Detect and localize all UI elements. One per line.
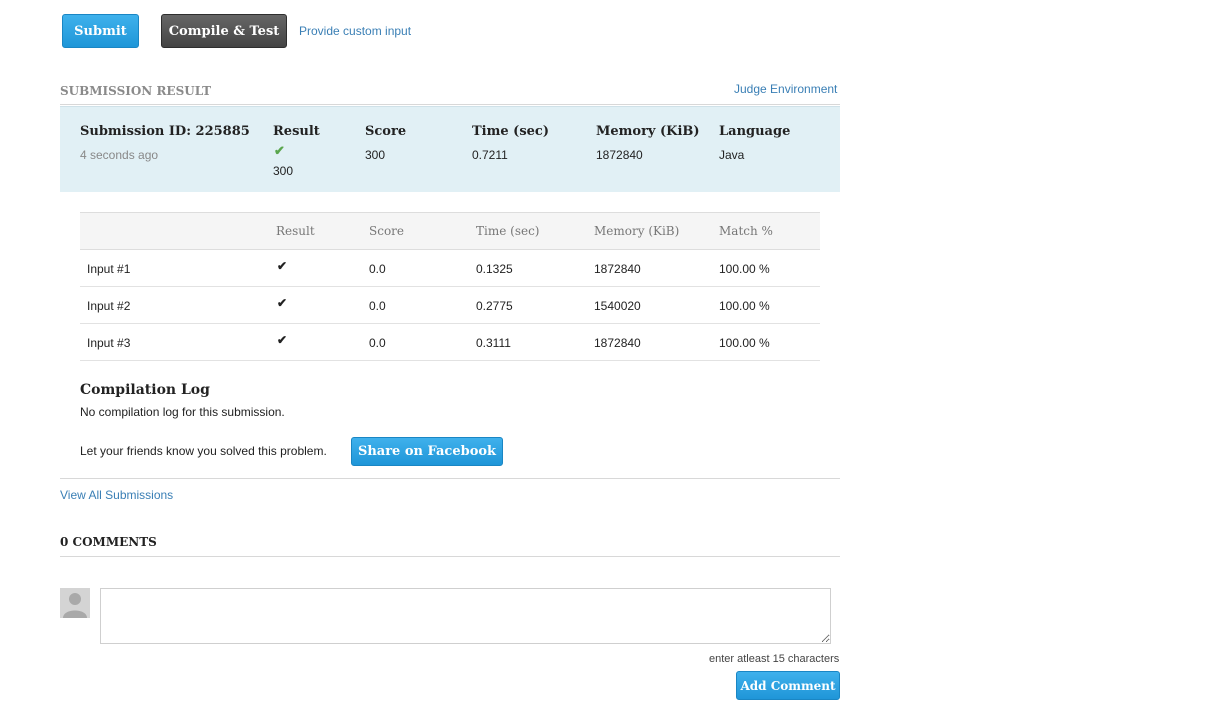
divider [60, 478, 840, 479]
submission-summary: Submission ID: 225885 4 seconds ago Resu… [60, 106, 840, 192]
col-match-header: Match % [719, 224, 773, 238]
avatar-placeholder-icon [60, 588, 90, 618]
share-text: Let your friends know you solved this pr… [80, 444, 327, 458]
check-icon: ✔ [277, 259, 288, 273]
col-memory-header: Memory (KiB) [594, 224, 680, 238]
test-name: Input #2 [87, 299, 131, 313]
summary-memory-header: Memory (KiB) [596, 124, 700, 139]
test-score: 0.0 [369, 262, 386, 276]
comments-divider [60, 556, 840, 557]
submission-time-ago: 4 seconds ago [80, 148, 159, 162]
test-memory: 1872840 [594, 262, 641, 276]
col-score-header: Score [369, 224, 405, 238]
share-facebook-button[interactable]: Share on Facebook [351, 437, 503, 466]
compile-test-button[interactable]: Compile & Test [161, 14, 287, 48]
test-time: 0.3111 [476, 336, 511, 350]
check-icon: ✔ [277, 296, 288, 310]
judge-environment-link[interactable]: Judge Environment [734, 82, 837, 96]
table-row: Input #1 ✔ 0.0 0.1325 1872840 100.00 % [80, 250, 820, 287]
section-divider [60, 104, 840, 105]
test-name: Input #3 [87, 336, 131, 350]
test-score: 0.0 [369, 299, 386, 313]
summary-score-value: 300 [365, 148, 386, 162]
test-results-table: Result Score Time (sec) Memory (KiB) Mat… [80, 212, 820, 361]
test-match: 100.00 % [719, 262, 770, 276]
comments-title: 0 COMMENTS [60, 535, 157, 549]
test-time: 0.1325 [476, 262, 513, 276]
summary-time-header: Time (sec) [472, 124, 549, 139]
test-name: Input #1 [87, 262, 131, 276]
submit-button[interactable]: Submit [62, 14, 139, 48]
col-time-header: Time (sec) [476, 224, 540, 238]
test-memory: 1540020 [594, 299, 641, 313]
check-icon: ✔ [274, 143, 285, 158]
comment-textarea[interactable] [100, 588, 831, 644]
view-all-submissions-link[interactable]: View All Submissions [60, 488, 173, 502]
add-comment-button[interactable]: Add Comment [736, 671, 840, 700]
compilation-log-message: No compilation log for this submission. [80, 405, 285, 419]
summary-language-value: Java [719, 148, 745, 162]
submission-result-title: SUBMISSION RESULT [60, 84, 212, 98]
submission-id: Submission ID: 225885 [80, 124, 250, 139]
test-match: 100.00 % [719, 299, 770, 313]
comment-length-hint: enter atleast 15 characters [709, 653, 840, 665]
table-row: Input #3 ✔ 0.0 0.3111 1872840 100.00 % [80, 324, 820, 361]
test-score: 0.0 [369, 336, 386, 350]
table-header: Result Score Time (sec) Memory (KiB) Mat… [80, 212, 820, 250]
test-match: 100.00 % [719, 336, 770, 350]
check-icon: ✔ [277, 333, 288, 347]
test-time: 0.2775 [476, 299, 513, 313]
test-memory: 1872840 [594, 336, 641, 350]
summary-score-header: Score [365, 124, 407, 139]
col-result-header: Result [276, 224, 315, 238]
compilation-log-title: Compilation Log [80, 382, 210, 398]
summary-memory-value: 1872840 [596, 148, 643, 162]
table-row: Input #2 ✔ 0.0 0.2775 1540020 100.00 % [80, 287, 820, 324]
summary-time-value: 0.7211 [472, 148, 508, 162]
custom-input-link[interactable]: Provide custom input [299, 24, 411, 38]
summary-result-score: 300 [273, 164, 294, 178]
summary-language-header: Language [719, 124, 791, 139]
summary-result-header: Result [273, 124, 320, 139]
